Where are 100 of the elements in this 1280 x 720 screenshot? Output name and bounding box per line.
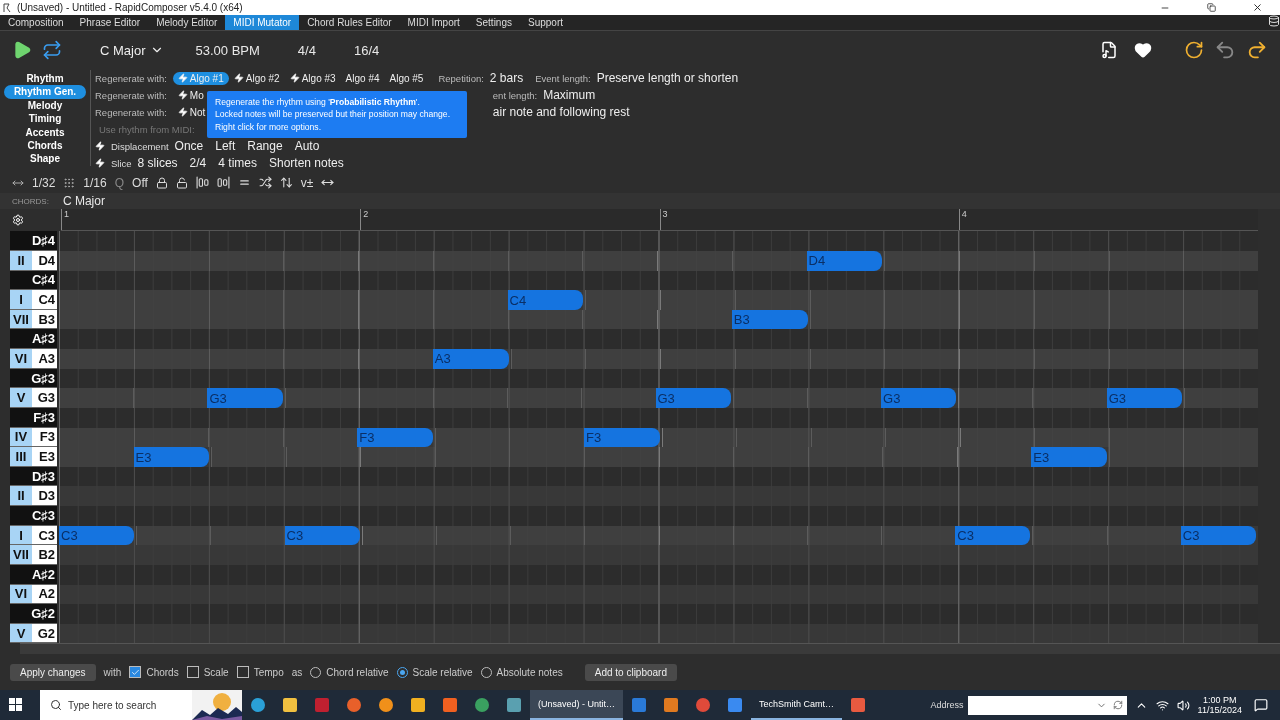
checkbox[interactable]: [236, 666, 249, 679]
app-icon[interactable]: [630, 696, 649, 714]
menu-tab[interactable]: Support: [520, 15, 571, 30]
taskbar-window[interactable]: TechSmith Camt…: [751, 690, 843, 720]
side-nav-item[interactable]: Accents: [15, 125, 75, 139]
option-value[interactable]: 2 bars: [489, 71, 524, 86]
piano-key[interactable]: VII B2: [10, 545, 57, 565]
app-icon[interactable]: [849, 696, 868, 714]
search-field[interactable]: Type here to search: [40, 690, 242, 720]
action-value[interactable]: 8 slices: [137, 156, 178, 171]
add-to-clipboard-button[interactable]: Add to clipboard: [584, 663, 677, 681]
apply-changes-button[interactable]: Apply changes: [10, 663, 96, 681]
chord-name[interactable]: C Major: [62, 194, 105, 209]
up-down-icon[interactable]: [279, 176, 293, 190]
algo-button[interactable]: Not: [172, 105, 211, 119]
piano-key[interactable]: I C3: [10, 525, 57, 546]
grid-value[interactable]: 1/16: [83, 175, 107, 190]
settings-icon[interactable]: [12, 214, 24, 227]
bolt-icon[interactable]: [95, 141, 105, 152]
bolt-icon[interactable]: [95, 158, 105, 169]
app-icon[interactable]: [473, 696, 491, 714]
algo-button[interactable]: Algo #4: [340, 71, 385, 85]
option-value[interactable]: Maximum: [543, 88, 596, 103]
piano-key[interactable]: III E3: [10, 447, 57, 467]
app-icon[interactable]: [441, 696, 459, 714]
taskbar-window[interactable]: (Unsaved) - Untit…: [530, 690, 624, 720]
shuffle-icon[interactable]: [258, 176, 272, 190]
piano-key[interactable]: II D4: [10, 250, 57, 271]
length-text[interactable]: 16/4: [353, 42, 380, 58]
refresh-icon[interactable]: [1112, 700, 1123, 710]
app-icon[interactable]: [377, 696, 395, 714]
note-length-value[interactable]: 1/32: [32, 175, 56, 190]
wifi-icon[interactable]: [1155, 698, 1169, 712]
checkbox[interactable]: [129, 666, 142, 679]
menu-tab[interactable]: Phrase Editor: [71, 15, 149, 30]
database-icon[interactable]: [1268, 15, 1280, 27]
menu-tab[interactable]: Melody Editor: [148, 15, 226, 30]
option-value[interactable]: air note and following rest: [492, 105, 630, 120]
option-value[interactable]: Preserve length or shorten: [596, 71, 739, 86]
menu-tab[interactable]: MIDI Mutator: [225, 15, 300, 30]
menu-tab[interactable]: Chord Rules Editor: [299, 15, 400, 30]
side-nav-item[interactable]: Melody: [17, 98, 73, 112]
app-icon[interactable]: [726, 696, 745, 714]
piano-key[interactable]: A♯3: [10, 329, 57, 350]
side-nav-item[interactable]: Timing: [18, 111, 72, 126]
action-value[interactable]: Left: [215, 139, 236, 154]
checkbox-option[interactable]: Tempo: [236, 666, 284, 679]
action-value[interactable]: Once: [174, 139, 204, 154]
key-dropdown[interactable]: C Major: [94, 41, 170, 59]
side-nav-item[interactable]: Rhythm: [16, 71, 74, 86]
piano-key[interactable]: V G3: [10, 388, 57, 408]
lock-icon[interactable]: [155, 176, 168, 189]
checkbox-option[interactable]: Chords: [129, 666, 179, 679]
speaker-icon[interactable]: [1176, 698, 1190, 712]
side-nav-item[interactable]: Chords: [17, 138, 73, 153]
notification-icon[interactable]: [1254, 698, 1268, 712]
rotate-icon[interactable]: [1184, 40, 1204, 61]
action-value[interactable]: Auto: [294, 139, 320, 154]
piano-key[interactable]: VII B3: [10, 309, 57, 330]
menu-tab[interactable]: MIDI Import: [399, 15, 468, 30]
radio-option[interactable]: Absolute notes: [480, 666, 563, 678]
radio-option[interactable]: Scale relative: [396, 666, 473, 678]
side-nav-item[interactable]: Shape: [20, 152, 70, 166]
checkbox-option[interactable]: Scale: [186, 666, 229, 679]
heart-icon[interactable]: [1134, 41, 1152, 60]
play-button[interactable]: [12, 40, 32, 61]
piano-key[interactable]: G♯2: [10, 604, 57, 624]
file-music-icon[interactable]: [1100, 41, 1118, 60]
action-value[interactable]: 2/4: [189, 156, 207, 171]
piano-key[interactable]: C♯4: [10, 270, 57, 291]
app-icon[interactable]: [662, 696, 681, 714]
algo-button[interactable]: Mo: [172, 88, 209, 102]
piano-key[interactable]: D♯4: [10, 231, 57, 251]
piano-key[interactable]: VI A3: [10, 349, 57, 369]
address-field[interactable]: [967, 695, 1127, 715]
checkbox[interactable]: [186, 666, 199, 679]
clock[interactable]: 1:00 PM 11/15/2024: [1197, 695, 1242, 715]
align-end-icon[interactable]: [216, 176, 230, 190]
piano-key[interactable]: V G2: [10, 623, 57, 644]
action-label[interactable]: Displacement: [111, 140, 169, 152]
action-value[interactable]: Range: [247, 139, 283, 154]
piano-key[interactable]: G♯3: [10, 368, 57, 389]
action-value[interactable]: Shorten notes: [269, 156, 344, 171]
piano-key[interactable]: C♯3: [10, 506, 57, 526]
algo-button[interactable]: Algo #5: [384, 71, 429, 85]
radio-option[interactable]: Chord relative: [310, 666, 389, 678]
horizontal-scrollbar[interactable]: [20, 643, 1280, 655]
piano-key[interactable]: A♯2: [10, 564, 57, 585]
piano-key[interactable]: IV F3: [10, 427, 57, 448]
grid-icon[interactable]: [63, 176, 76, 189]
piano-key[interactable]: II D3: [10, 486, 57, 507]
menu-tab[interactable]: Settings: [467, 15, 520, 30]
piano-key[interactable]: D♯3: [10, 466, 57, 487]
algo-button[interactable]: Algo #2: [228, 71, 285, 85]
unlock-icon[interactable]: [175, 176, 188, 189]
app-icon[interactable]: [505, 696, 523, 714]
time-signature-text[interactable]: 4/4: [297, 42, 316, 58]
align-start-icon[interactable]: [195, 176, 209, 190]
quantize-value[interactable]: Off: [132, 175, 148, 190]
app-icon[interactable]: [409, 696, 427, 714]
